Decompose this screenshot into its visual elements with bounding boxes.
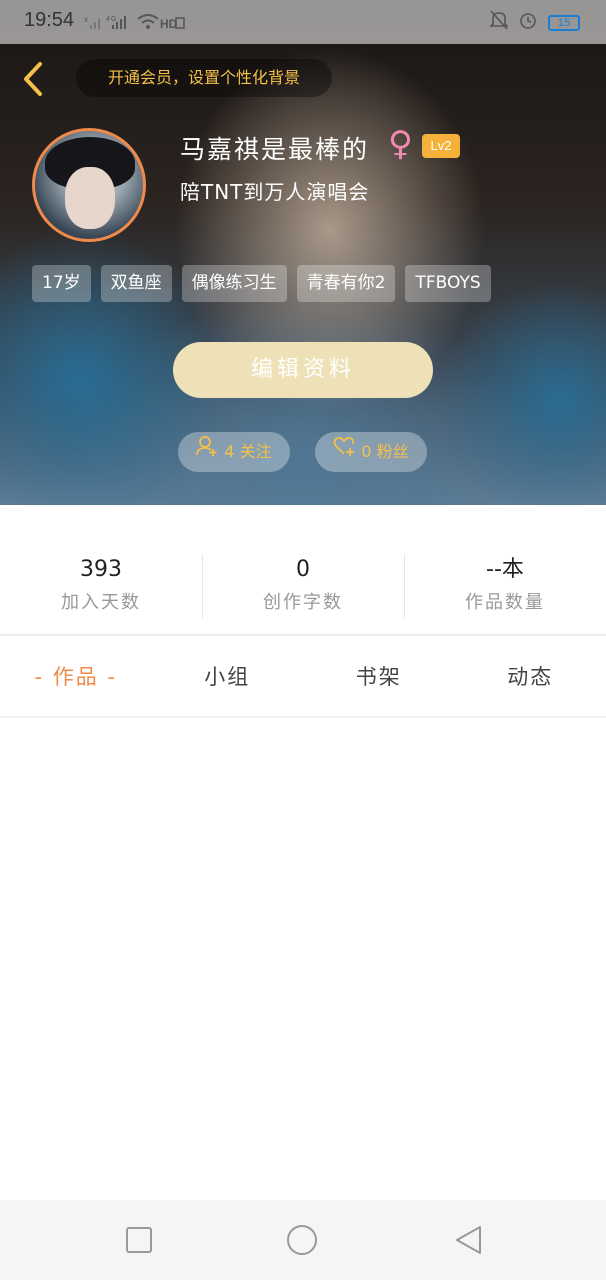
tag-interest: TFBOYS xyxy=(405,265,491,302)
profile-stats: 393 加入天数 0 创作字数 --本 作品数量 xyxy=(0,552,606,622)
tag-interest: 青春有你2 xyxy=(296,265,396,302)
tab-activity[interactable]: 动态 xyxy=(455,655,606,699)
system-back-button[interactable] xyxy=(452,1224,484,1256)
stat-value: 393 xyxy=(80,557,122,582)
status-bar: 19:54 x 4G HD 15 xyxy=(0,0,606,44)
add-user-icon xyxy=(196,432,218,472)
profile-tabs: - 作品 - 小组 书架 动态 xyxy=(0,655,606,699)
system-nav-bar xyxy=(0,1200,606,1280)
fans-button[interactable]: 0 粉丝 xyxy=(315,432,427,472)
heart-plus-icon xyxy=(333,432,355,472)
stat-label: 作品数量 xyxy=(465,592,545,613)
signal-icon: x 4G xyxy=(84,14,134,33)
stat-word-count: 0 创作字数 xyxy=(202,552,404,622)
tag-interest: 偶像练习生 xyxy=(181,265,287,302)
battery-icon: 15 xyxy=(548,14,580,31)
mute-bell-icon xyxy=(489,10,509,35)
avatar[interactable] xyxy=(32,128,146,242)
svg-text:HD: HD xyxy=(160,17,178,31)
vip-background-button[interactable]: 开通会员，设置个性化背景 xyxy=(76,59,332,97)
female-gender-icon: ♀ xyxy=(388,124,413,164)
back-arrow-icon[interactable] xyxy=(18,60,48,98)
tab-works[interactable]: - 作品 - xyxy=(0,655,152,699)
home-button[interactable] xyxy=(286,1224,318,1256)
edit-profile-button[interactable]: 编辑资料 xyxy=(173,342,433,398)
stat-works-count: --本 作品数量 xyxy=(404,552,606,622)
alarm-icon xyxy=(518,10,538,35)
tag-list: 17岁 双鱼座 偶像练习生 青春有你2 TFBOYS xyxy=(32,265,491,302)
following-label: 4 关注 xyxy=(224,442,272,461)
username: 马嘉祺是最棒的 xyxy=(180,135,370,164)
wifi-icon: HD xyxy=(136,12,186,37)
svg-text:x: x xyxy=(84,15,89,24)
fans-label: 0 粉丝 xyxy=(361,442,409,461)
status-time: 19:54 xyxy=(24,9,75,31)
divider xyxy=(0,716,606,718)
divider xyxy=(0,634,606,636)
tab-groups[interactable]: 小组 xyxy=(152,655,304,699)
svg-text:4G: 4G xyxy=(106,16,117,23)
stat-label: 加入天数 xyxy=(61,592,141,613)
profile-header: 19:54 x 4G HD 15 开通会员，设置个性化背景 马嘉祺是最棒的 ♀ … xyxy=(0,0,606,505)
recent-apps-button[interactable] xyxy=(123,1224,155,1256)
stat-join-days: 393 加入天数 xyxy=(0,552,202,622)
tag-age: 17岁 xyxy=(32,265,91,302)
stat-value: --本 xyxy=(486,557,524,582)
stat-value: 0 xyxy=(296,557,310,582)
stat-label: 创作字数 xyxy=(263,592,343,613)
signature: 陪TNT到万人演唱会 xyxy=(180,180,370,204)
tab-bookshelf[interactable]: 书架 xyxy=(303,655,455,699)
following-button[interactable]: 4 关注 xyxy=(178,432,290,472)
level-badge: Lv2 xyxy=(422,134,460,158)
tag-zodiac: 双鱼座 xyxy=(100,265,172,302)
